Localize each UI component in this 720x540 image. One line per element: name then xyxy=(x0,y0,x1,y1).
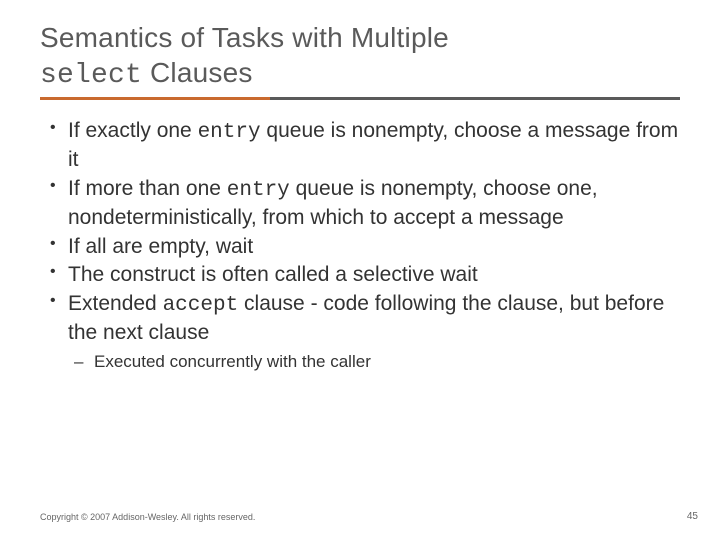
list-item: Extended accept clause - code following … xyxy=(46,291,680,374)
text: Executed concurrently with the caller xyxy=(94,352,371,371)
text: If all are empty, wait xyxy=(68,235,253,258)
list-item: If more than one entry queue is nonempty… xyxy=(46,176,680,232)
title-line-2: select Clauses xyxy=(40,55,680,93)
text: Extended xyxy=(68,292,163,315)
text: The construct is often called a selectiv… xyxy=(68,263,478,286)
title-rule-accent xyxy=(40,97,270,100)
code-text: accept xyxy=(163,294,239,317)
code-text: entry xyxy=(227,179,290,202)
slide: Semantics of Tasks with Multiple select … xyxy=(0,0,720,540)
copyright-footer: Copyright © 2007 Addison-Wesley. All rig… xyxy=(40,512,255,522)
list-item: If exactly one entry queue is nonempty, … xyxy=(46,118,680,174)
text: If exactly one xyxy=(68,119,198,142)
page-number: 45 xyxy=(687,511,698,522)
title-rest: Clauses xyxy=(142,57,253,88)
list-item: If all are empty, wait xyxy=(46,234,680,261)
list-item: The construct is often called a selectiv… xyxy=(46,262,680,289)
code-text: entry xyxy=(198,121,261,144)
title-line-1: Semantics of Tasks with Multiple xyxy=(40,20,680,55)
title-mono: select xyxy=(40,60,142,91)
text: If more than one xyxy=(68,177,227,200)
sub-list: Executed concurrently with the caller xyxy=(68,351,680,374)
slide-body: If exactly one entry queue is nonempty, … xyxy=(40,118,680,374)
sub-list-item: Executed concurrently with the caller xyxy=(68,351,680,374)
bullet-list: If exactly one entry queue is nonempty, … xyxy=(46,118,680,374)
slide-title: Semantics of Tasks with Multiple select … xyxy=(40,20,680,100)
